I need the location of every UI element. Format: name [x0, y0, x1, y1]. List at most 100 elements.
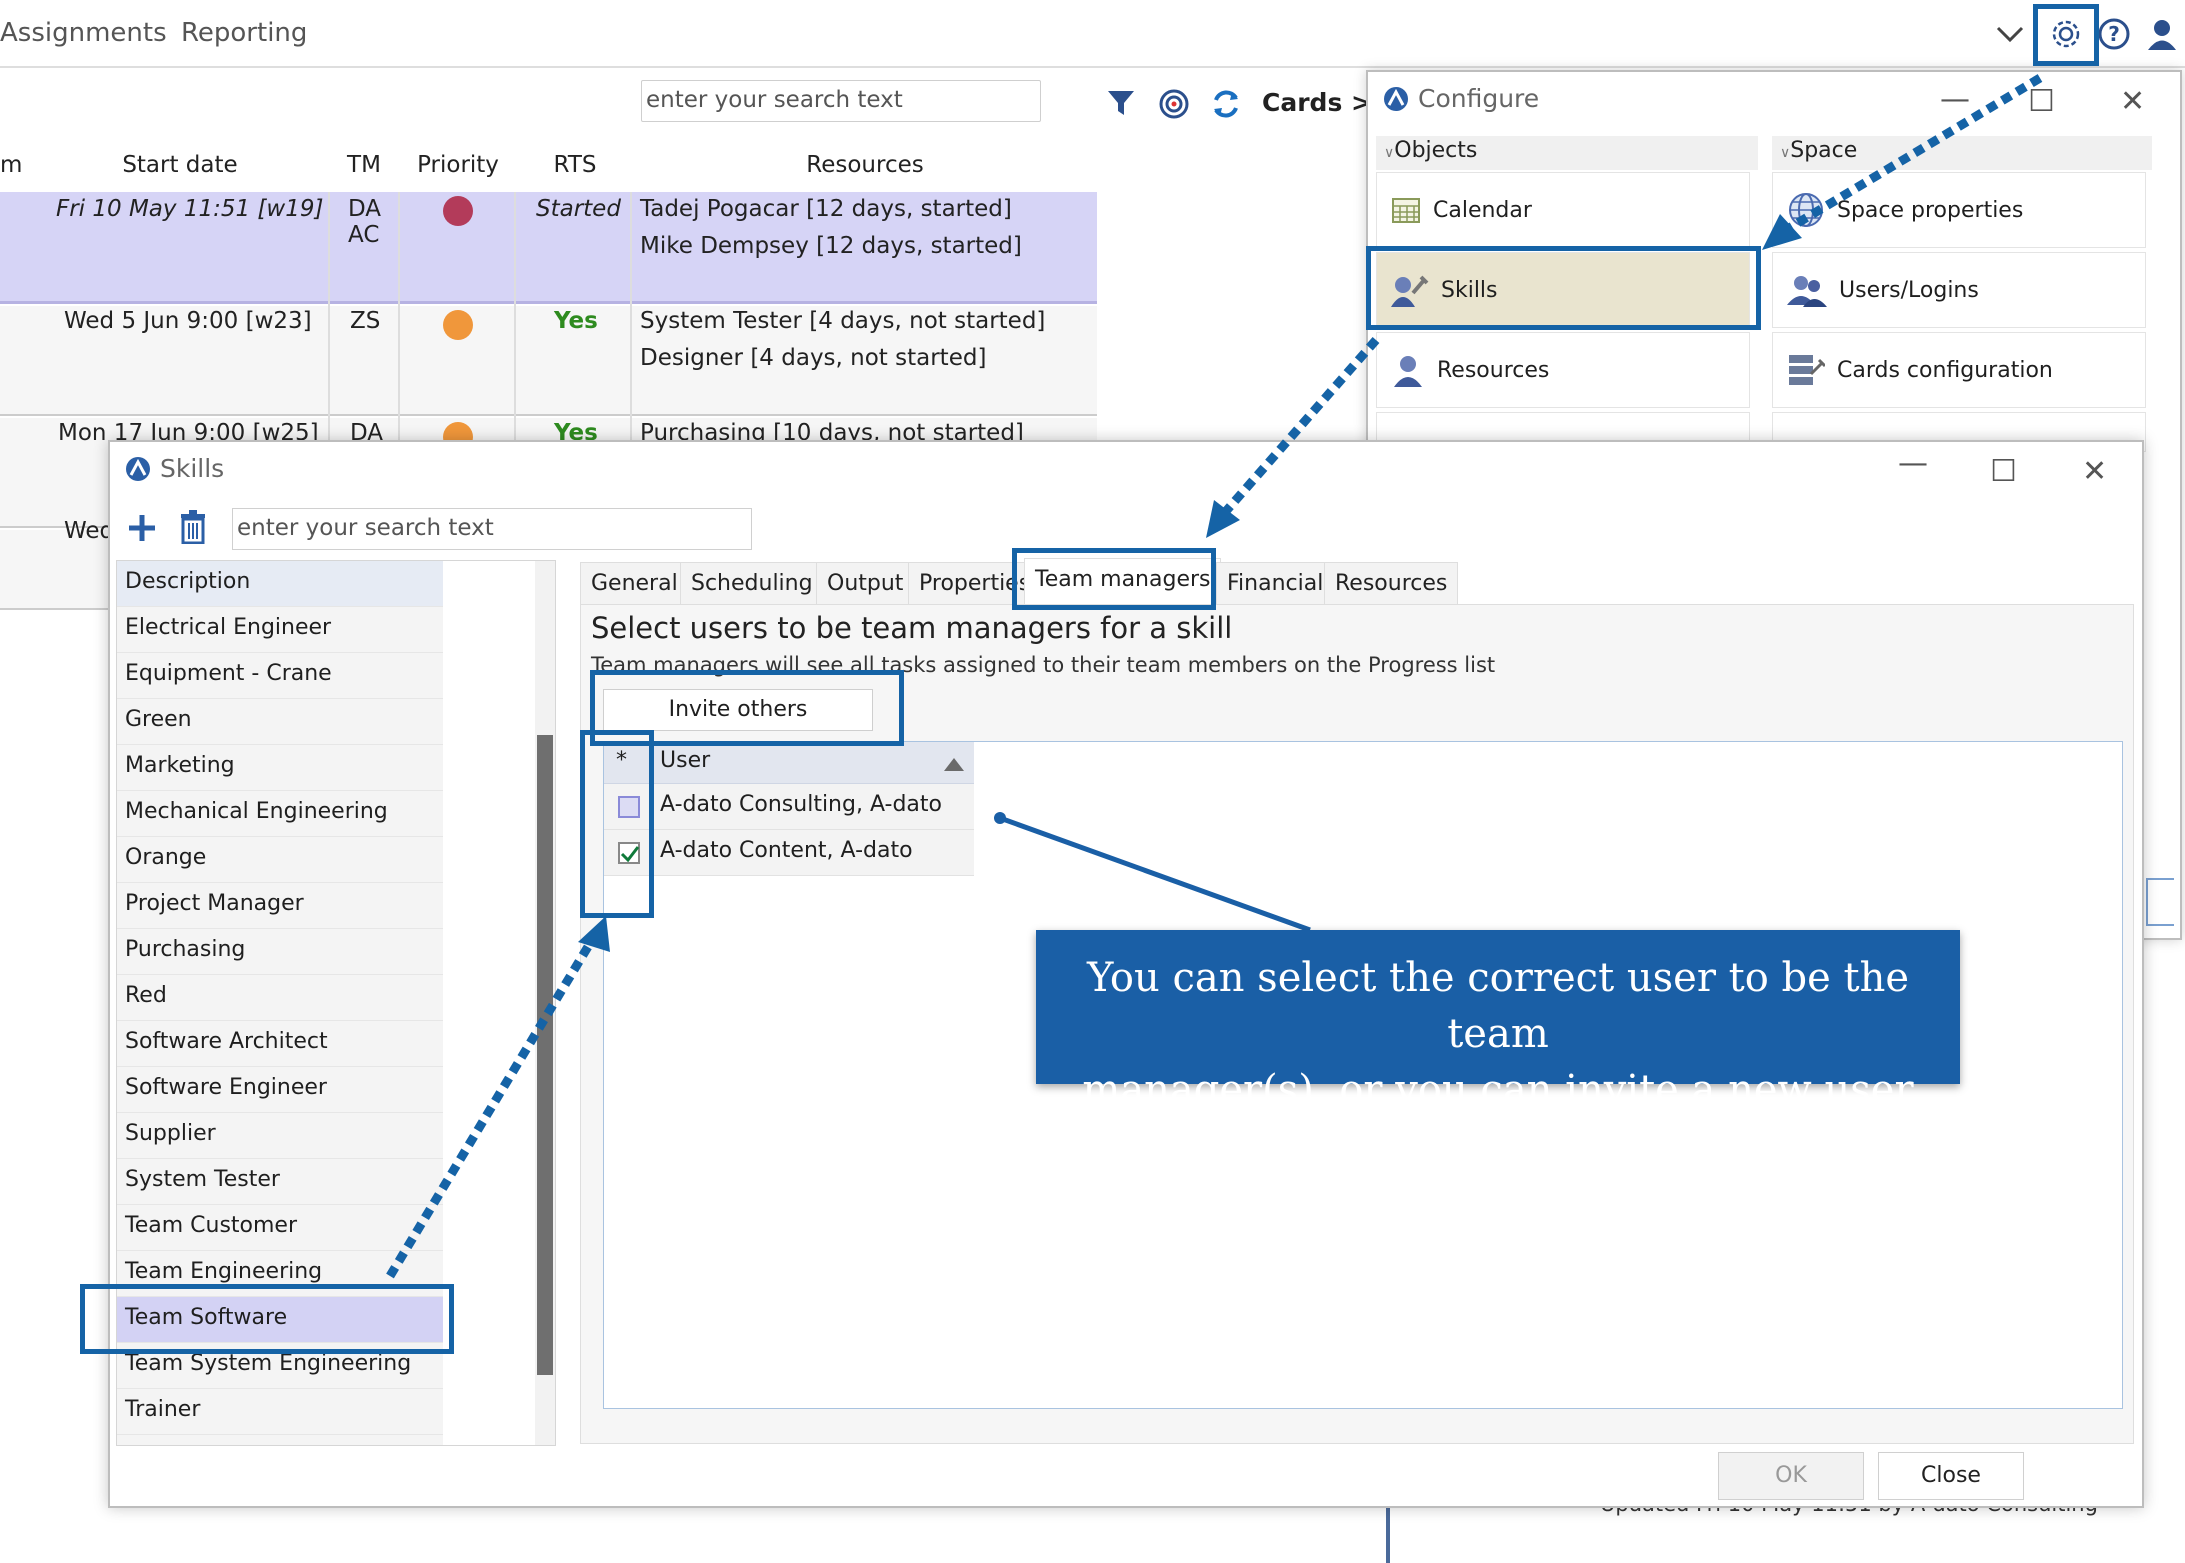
list-item[interactable]: Software Engineer — [117, 1067, 443, 1113]
cell-resource: Tadej Pogacar [12 days, started] — [640, 196, 1012, 222]
list-item[interactable]: Supplier — [117, 1113, 443, 1159]
user-column-header[interactable]: User — [660, 748, 710, 773]
list-scrollbar[interactable] — [535, 561, 555, 1445]
close-button[interactable]: Close — [1878, 1452, 2024, 1500]
config-item-label: Users/Logins — [1839, 277, 1979, 303]
tab-scheduling[interactable]: Scheduling — [680, 562, 824, 606]
table-row[interactable]: A-dato Consulting, A-dato — [604, 784, 974, 830]
skills-search-input[interactable]: enter your search text — [232, 508, 752, 550]
close-window-button[interactable]: ✕ — [2082, 454, 2107, 489]
globe-icon — [1789, 193, 1823, 227]
config-item-calendar[interactable]: Calendar — [1376, 172, 1750, 248]
cell-rts: Yes — [554, 308, 598, 334]
configure-title-text: Configure — [1418, 84, 1540, 113]
list-item[interactable]: X-Promotion — [117, 1435, 443, 1445]
add-skill-button[interactable] — [126, 512, 158, 548]
maximize-button[interactable]: ☐ — [2028, 84, 2055, 119]
tab-financial[interactable]: Financial — [1216, 562, 1335, 606]
user-name-cell: A-dato Content, A-dato — [660, 838, 913, 863]
refresh-icon[interactable] — [1210, 88, 1242, 124]
trash-icon — [181, 510, 205, 545]
priority-indicator-icon — [443, 196, 473, 226]
highlight-gear — [2033, 4, 2099, 66]
highlight-skills-item — [1366, 246, 1761, 330]
splitter-handle[interactable] — [1386, 1500, 1390, 1563]
target-icon[interactable] — [1158, 88, 1190, 124]
objects-header-label: Objects — [1394, 138, 1478, 163]
tab-resources[interactable]: Resources — [1324, 562, 1459, 606]
list-item[interactable]: Software Architect — [117, 1021, 443, 1067]
user-grid-header: * User — [604, 742, 974, 784]
tab-output[interactable]: Output — [816, 562, 915, 606]
app-logo-icon — [1384, 86, 1408, 111]
cards-label[interactable]: Cards >: — [1262, 88, 1382, 117]
help-icon[interactable]: ? — [2094, 14, 2134, 54]
callout-line-1: You can select the correct user to be th… — [1086, 955, 1910, 1057]
list-item[interactable]: Red — [117, 975, 443, 1021]
list-item[interactable]: System Tester — [117, 1159, 443, 1205]
svg-text:?: ? — [2108, 22, 2120, 46]
column-header-tm[interactable]: TM — [334, 152, 394, 192]
top-navigation-bar: Assignments Reporting ? — [0, 0, 2185, 68]
list-item[interactable]: Marketing — [117, 745, 443, 791]
list-item[interactable]: Purchasing — [117, 929, 443, 975]
cell-tm: ZS — [350, 308, 381, 334]
list-item[interactable]: Green — [117, 699, 443, 745]
user-profile-icon[interactable] — [2142, 14, 2182, 54]
collapse-icon: ∨ — [1780, 145, 1791, 161]
list-header-description[interactable]: Description — [117, 561, 443, 607]
cards-search-input[interactable]: enter your search text — [641, 80, 1041, 122]
config-side-button[interactable] — [2146, 878, 2174, 926]
config-item-users-logins[interactable]: Users/Logins — [1772, 252, 2146, 328]
filter-icon[interactable] — [1106, 88, 1136, 122]
cell-resource: Designer [4 days, not started] — [640, 345, 987, 371]
nav-reporting[interactable]: Reporting — [181, 18, 307, 48]
panel-title: Select users to be team managers for a s… — [591, 611, 1233, 645]
tab-general[interactable]: General — [580, 562, 689, 606]
cell-resource: Mike Dempsey [12 days, started] — [640, 233, 1022, 259]
app-logo-icon — [126, 456, 150, 481]
nav-assignments[interactable]: Assignments — [0, 18, 167, 48]
list-item[interactable]: Trainer — [117, 1389, 443, 1435]
ok-button[interactable]: OK — [1718, 1452, 1864, 1500]
priority-indicator-icon — [443, 310, 473, 340]
cell-start-date: Wed — [64, 518, 115, 544]
config-item-cards-configuration[interactable]: Cards configuration — [1772, 332, 2146, 408]
list-item[interactable]: Electrical Engineer — [117, 607, 443, 653]
list-item[interactable]: Team Customer — [117, 1205, 443, 1251]
config-item-label: Cards configuration — [1837, 357, 2053, 383]
column-header-resources[interactable]: Resources — [640, 152, 1090, 192]
calendar-icon — [1392, 198, 1420, 223]
column-header-priority[interactable]: Priority — [404, 152, 512, 192]
sort-ascending-icon[interactable] — [942, 756, 966, 772]
list-item[interactable]: Project Manager — [117, 883, 443, 929]
list-scrollbar-thumb[interactable] — [537, 735, 553, 1375]
config-item-space-properties[interactable]: Space properties — [1772, 172, 2146, 248]
configure-title: Configure — [1382, 84, 1539, 113]
highlight-checkbox-column — [580, 730, 654, 918]
minimize-button[interactable]: — — [1898, 446, 1928, 481]
list-item[interactable]: Equipment - Crane — [117, 653, 443, 699]
close-window-button[interactable]: ✕ — [2120, 84, 2145, 119]
chevron-down-icon[interactable] — [1990, 14, 2030, 54]
column-header-rts[interactable]: RTS — [520, 152, 630, 192]
minimize-button[interactable]: — — [1940, 82, 1970, 117]
highlight-team-software — [80, 1284, 454, 1354]
list-item[interactable]: Mechanical Engineering — [117, 791, 443, 837]
list-item[interactable]: Orange — [117, 837, 443, 883]
config-item-label: Space properties — [1837, 197, 2024, 223]
cell-start-date: Wed 5 Jun 9:00 [w23] — [64, 308, 312, 334]
column-header-name[interactable]: m — [0, 152, 22, 192]
highlight-team-managers-tab — [1012, 548, 1216, 610]
skills-title-text: Skills — [160, 454, 225, 483]
config-item-resources[interactable]: Resources — [1376, 332, 1750, 408]
delete-skill-button[interactable] — [178, 510, 208, 548]
column-header-start-date[interactable]: Start date — [90, 152, 270, 192]
skills-title: Skills — [124, 454, 224, 483]
maximize-button[interactable]: ☐ — [1990, 454, 2017, 489]
annotation-callout: You can select the correct user to be th… — [1036, 930, 1960, 1113]
space-section-header[interactable]: ∨Space — [1772, 136, 2152, 170]
table-row[interactable]: A-dato Content, A-dato — [604, 830, 974, 876]
objects-section-header[interactable]: ∨Objects — [1376, 136, 1758, 170]
user-name-cell: A-dato Consulting, A-dato — [660, 792, 942, 817]
